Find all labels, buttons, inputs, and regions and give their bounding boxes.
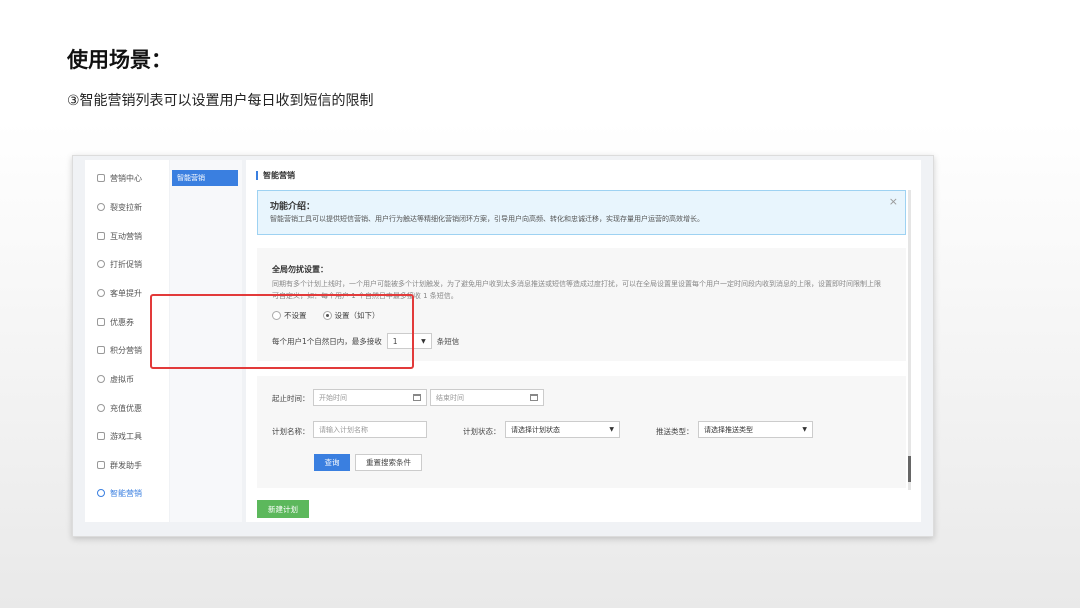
sidebar-item-broadcast[interactable]: 群发助手 — [85, 455, 169, 475]
query-button[interactable]: 查询 — [314, 454, 350, 471]
sidebar-item-marketing-center[interactable]: 营销中心 — [85, 168, 169, 188]
check-square-icon — [97, 174, 105, 182]
sidebar-item-game-tools[interactable]: 游戏工具 — [85, 426, 169, 446]
close-icon[interactable]: × — [889, 195, 898, 208]
sidebar-item-interactive[interactable]: 互动营销 — [85, 226, 169, 246]
page-title: 智能营销 — [256, 171, 295, 180]
reset-filters-button[interactable]: 重置搜索条件 — [355, 454, 422, 471]
gear-icon — [97, 489, 105, 497]
sidebar-item-recharge[interactable]: 充值优惠 — [85, 398, 169, 418]
caret-down-icon: ▼ — [609, 426, 614, 433]
info-description: 智能营销工具可以提供短信营销、用户行为触达等精细化营销闭环方案，引导用户向高频、… — [270, 215, 704, 223]
subnav-item-smart-marketing[interactable]: 智能营销 — [172, 170, 238, 186]
cart-icon — [97, 289, 105, 297]
plan-status-select[interactable]: 请选择计划状态 ▼ — [505, 421, 620, 438]
send-icon — [97, 232, 105, 240]
push-type-label: 推送类型： — [656, 427, 694, 436]
calendar-icon — [413, 394, 421, 401]
caret-down-icon: ▼ — [421, 337, 426, 345]
plan-status-label: 计划状态： — [463, 427, 501, 436]
sidebar-item-smart-marketing[interactable]: 智能营销 — [85, 483, 169, 503]
game-icon — [97, 432, 105, 440]
calendar-icon — [530, 394, 538, 401]
caret-down-icon: ▼ — [802, 426, 807, 433]
push-type-select[interactable]: 请选择推送类型 ▼ — [698, 421, 813, 438]
sidebar-item-virtual-coin[interactable]: 虚拟币 — [85, 369, 169, 389]
plan-name-label: 计划名称： — [272, 427, 310, 436]
recharge-icon — [97, 404, 105, 412]
filter-panel: 起止时间： 开始时间 结束时间 计划名称： 请输入计划名称 计划状态： 请选择计… — [257, 376, 906, 488]
highlight-box — [150, 294, 414, 369]
broadcast-icon — [97, 461, 105, 469]
scrollbar[interactable] — [908, 190, 911, 490]
start-time-input[interactable]: 开始时间 — [313, 389, 427, 406]
discount-icon — [97, 260, 105, 268]
fission-icon — [97, 203, 105, 211]
slide-subtitle: ③智能营销列表可以设置用户每日收到短信的限制 — [67, 93, 374, 109]
coin-icon — [97, 375, 105, 383]
sidebar-item-fission[interactable]: 裂变拉新 — [85, 197, 169, 217]
date-range-label: 起止时间： — [272, 394, 310, 403]
new-plan-button[interactable]: 新建计划 — [257, 500, 309, 518]
scrollbar-thumb[interactable] — [908, 456, 911, 482]
sidebar-item-discount[interactable]: 打折促销 — [85, 254, 169, 274]
limit-suffix: 条短信 — [436, 336, 460, 346]
coupon-icon — [97, 318, 105, 326]
info-alert: 功能介绍： 智能营销工具可以提供短信营销、用户行为触达等精细化营销闭环方案，引导… — [257, 190, 906, 235]
app-screenshot: 营销中心 裂变拉新 互动营销 打折促销 客单提升 优惠券 积分营销 虚拟币 充值… — [72, 155, 934, 537]
plan-name-input[interactable]: 请输入计划名称 — [313, 421, 427, 438]
end-time-input[interactable]: 结束时间 — [430, 389, 544, 406]
slide-title: 使用场景： — [67, 48, 172, 72]
info-title: 功能介绍： — [270, 202, 316, 212]
points-icon — [97, 346, 105, 354]
global-dnd-title: 全局勿扰设置： — [272, 265, 328, 274]
